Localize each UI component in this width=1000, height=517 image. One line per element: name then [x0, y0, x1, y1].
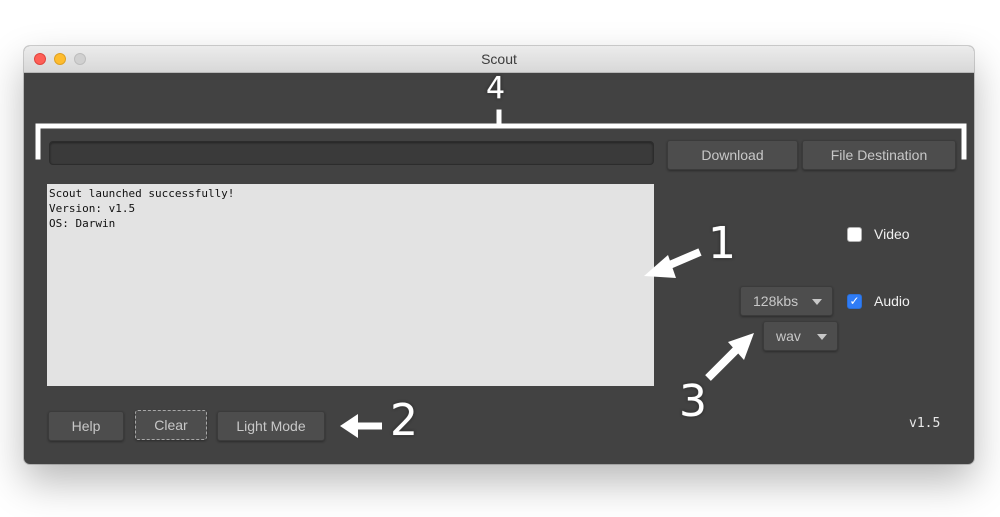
- annotation-number: 1: [708, 218, 736, 269]
- annotation-number: 4: [486, 71, 506, 106]
- annotation-arrow-1: [644, 248, 702, 278]
- annotation-number: 2: [390, 395, 418, 446]
- annotation-arrow-3: [705, 333, 754, 381]
- annotation-bracket: [35, 109, 967, 160]
- annotation-arrow-2: [340, 414, 382, 438]
- annotation-number: 3: [679, 376, 707, 427]
